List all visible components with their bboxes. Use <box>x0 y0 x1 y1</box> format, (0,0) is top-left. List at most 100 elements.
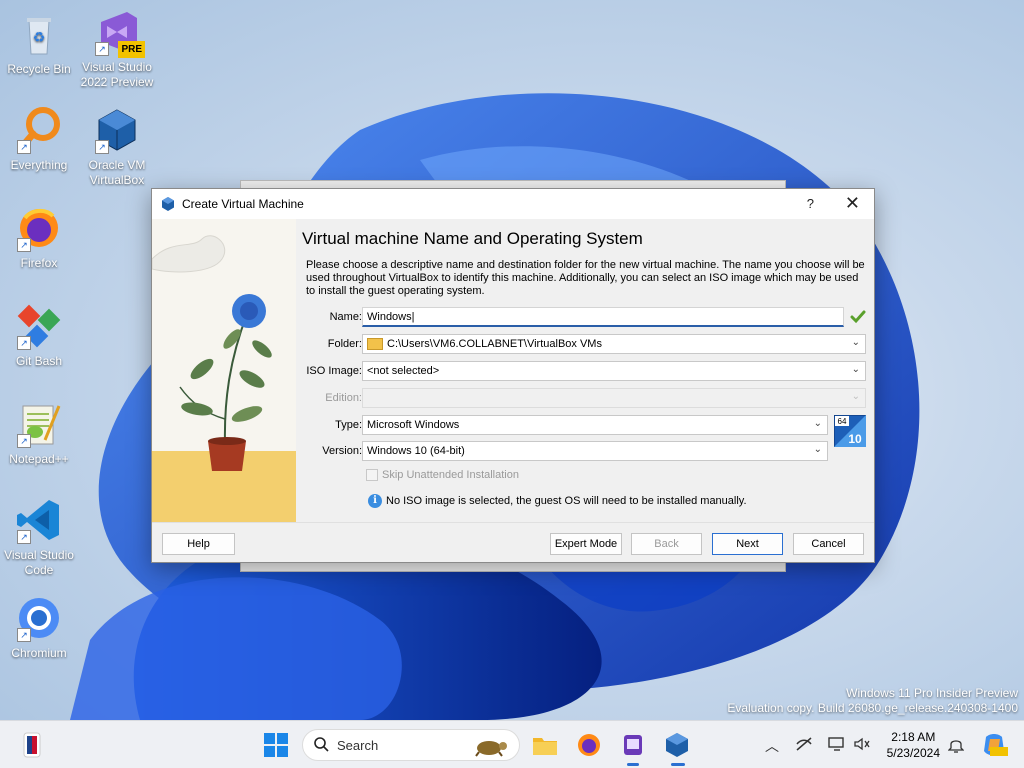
valid-check-icon <box>850 310 866 324</box>
watermark-line-1: Windows 11 Pro Insider Preview <box>846 686 1018 700</box>
svg-text:♻: ♻ <box>33 29 46 45</box>
taskbar-search[interactable]: Search <box>302 729 520 761</box>
edition-label: Edition: <box>325 392 362 404</box>
name-input-value: Windows <box>367 311 412 323</box>
wizard-illustration <box>152 219 296 522</box>
cancel-button[interactable]: Cancel <box>793 533 864 555</box>
desktop-icon-firefox[interactable]: ↗ Firefox <box>0 204 78 271</box>
desktop-icon-recycle-bin[interactable]: ♻ Recycle Bin <box>0 10 78 77</box>
desktop-icon-label: Visual Studio 2022 Preview <box>80 60 154 89</box>
chevron-down-icon: ⌄ <box>851 364 860 375</box>
help-button[interactable]: Help <box>162 533 235 555</box>
os-badge-top: 64 <box>838 417 847 426</box>
desktop-icon-visual-studio-2022-preview[interactable]: PRE ↗ Visual Studio 2022 Preview <box>78 8 156 90</box>
search-icon <box>313 736 329 755</box>
checkbox-box[interactable] <box>366 469 378 481</box>
iso-image-select[interactable]: <not selected> ⌄ <box>362 361 866 381</box>
shortcut-arrow-icon: ↗ <box>17 238 31 252</box>
file-explorer-icon[interactable] <box>531 731 559 759</box>
desktop-icon-visual-studio-code[interactable]: ↗ Visual Studio Code <box>0 496 78 578</box>
notification-bell-icon[interactable] <box>947 736 965 757</box>
visual-studio-icon: PRE ↗ <box>93 8 145 58</box>
desktop-icon-label: Notepad++ <box>9 452 69 466</box>
turtle-highlight-icon <box>475 741 507 757</box>
version-value: Windows 10 (64-bit) <box>367 445 465 457</box>
name-input[interactable]: Windows| <box>362 307 844 327</box>
network-disconnected-icon[interactable] <box>795 736 813 755</box>
vscode-icon: ↗ <box>15 496 63 544</box>
shortcut-arrow-icon: ↗ <box>95 42 109 56</box>
dialog-title: Create Virtual Machine <box>182 197 304 211</box>
speaker-muted-icon[interactable] <box>853 736 871 755</box>
help-icon[interactable]: ? <box>807 196 814 211</box>
chevron-down-icon: ⌄ <box>851 337 860 348</box>
firefox-icon: ↗ <box>15 204 63 252</box>
edition-row: Edition: ⌄ <box>302 388 872 410</box>
folder-row: Folder: C:\Users\VM6.COLLABNET\VirtualBo… <box>302 334 872 356</box>
chevron-down-icon: ⌄ <box>813 444 822 455</box>
iso-row: ISO Image: <not selected> ⌄ <box>302 361 872 383</box>
pre-badge: PRE <box>118 41 145 58</box>
app-taskbar-icon[interactable] <box>619 731 647 759</box>
name-label: Name: <box>329 311 362 323</box>
chevron-down-icon: ⌄ <box>851 391 860 402</box>
notepad-plus-plus-icon: ↗ <box>15 400 63 448</box>
clock-time: 2:18 AM <box>891 730 936 744</box>
folder-select[interactable]: C:\Users\VM6.COLLABNET\VirtualBox VMs ⌄ <box>362 334 866 354</box>
skip-unattended-label: Skip Unattended Installation <box>382 469 519 481</box>
page-title: Virtual machine Name and Operating Syste… <box>302 229 643 248</box>
search-placeholder: Search <box>337 737 379 753</box>
desktop-icon-chromium[interactable]: ↗ Chromium <box>0 594 78 661</box>
widgets-nba-icon[interactable] <box>18 731 46 759</box>
text-caret: | <box>411 311 415 323</box>
skip-unattended-checkbox[interactable]: Skip Unattended Installation <box>366 469 519 481</box>
chevron-up-icon[interactable]: ︿ <box>765 736 779 756</box>
chevron-down-icon: ⌄ <box>813 418 822 429</box>
clock-date: 5/23/2024 <box>886 746 940 760</box>
display-icon[interactable] <box>828 736 846 755</box>
desktop-icon-oracle-vm-virtualbox[interactable]: ↗ Oracle VM VirtualBox <box>78 106 156 188</box>
version-row: Version: Windows 10 (64-bit) ⌄ <box>302 441 872 463</box>
version-label: Version: <box>322 445 362 457</box>
desktop-icon-git-bash[interactable]: ↗ Git Bash <box>0 302 78 369</box>
desktop-icon-label: Oracle VM VirtualBox <box>88 158 146 187</box>
desktop-icon-label: Visual Studio Code <box>4 548 74 577</box>
create-vm-dialog: Create Virtual Machine ? ✕ Virtual machi… <box>151 188 875 563</box>
version-select[interactable]: Windows 10 (64-bit) ⌄ <box>362 441 828 461</box>
close-icon[interactable]: ✕ <box>845 193 860 214</box>
folder-label: Folder: <box>327 338 362 350</box>
running-indicator <box>627 763 639 766</box>
dialog-titlebar[interactable]: Create Virtual Machine ? ✕ <box>152 189 874 219</box>
folder-icon <box>367 338 383 351</box>
info-icon: i <box>368 494 382 508</box>
back-button[interactable]: Back <box>631 533 702 555</box>
edition-select[interactable]: ⌄ <box>362 388 866 408</box>
watermark-line-2: Evaluation copy. Build 26080.ge_release.… <box>727 701 1018 715</box>
shortcut-arrow-icon: ↗ <box>17 140 31 154</box>
type-label: Type: <box>335 419 362 431</box>
type-select[interactable]: Microsoft Windows ⌄ <box>362 415 828 435</box>
everything-magnifier-icon: ↗ <box>15 106 63 154</box>
expert-mode-button[interactable]: Expert Mode <box>550 533 622 555</box>
folder-value: C:\Users\VM6.COLLABNET\VirtualBox VMs <box>387 338 602 350</box>
desktop-icon-label: Everything <box>10 158 68 172</box>
desktop-icon-notepad-plus-plus[interactable]: ↗ Notepad++ <box>0 400 78 467</box>
next-button[interactable]: Next <box>712 533 783 555</box>
system-clock[interactable]: 2:18 AM 5/23/2024 <box>887 729 940 761</box>
desktop-icon-everything[interactable]: ↗ Everything <box>0 106 78 173</box>
desktop-icon-label: Firefox <box>20 256 58 270</box>
virtualbox-icon: ↗ <box>93 106 141 154</box>
start-windows-icon[interactable] <box>262 731 290 759</box>
firefox-taskbar-icon[interactable] <box>575 731 603 759</box>
info-note-text: No ISO image is selected, the guest OS w… <box>386 495 747 507</box>
name-row: Name: Windows| <box>302 307 872 329</box>
running-indicator <box>671 763 685 766</box>
virtualbox-taskbar-icon[interactable] <box>663 731 691 759</box>
git-bash-icon: ↗ <box>15 302 63 350</box>
dialog-button-bar: Help Expert Mode Back Next Cancel <box>152 522 874 562</box>
wizard-content: Virtual machine Name and Operating Syste… <box>302 219 872 522</box>
desktop-icon-label: Chromium <box>11 646 67 660</box>
iso-value: <not selected> <box>367 365 440 377</box>
copilot-pre-icon[interactable] <box>980 731 1008 759</box>
iso-label: ISO Image: <box>306 365 362 377</box>
